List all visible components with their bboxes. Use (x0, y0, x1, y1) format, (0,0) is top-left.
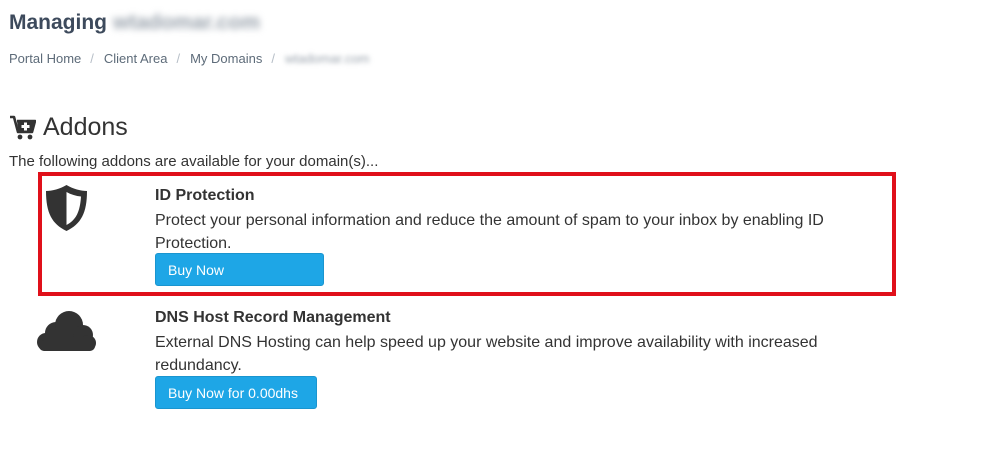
buy-now-for-price-button[interactable]: Buy Now for 0.00dhs (155, 376, 317, 409)
breadcrumb-portal-home[interactable]: Portal Home (9, 51, 81, 66)
page-title: Managing wtadomar.com (9, 11, 260, 35)
addon-description: External DNS Hosting can help speed up y… (155, 334, 818, 374)
addon-name: DNS Host Record Management (155, 309, 391, 326)
page-title-domain: wtadomar.com (113, 11, 261, 34)
section-title: Addons (9, 113, 128, 142)
breadcrumb-current-domain: wtadomar.com (284, 51, 370, 66)
cloud-icon (36, 310, 98, 358)
cart-plus-icon (10, 115, 36, 140)
breadcrumb-separator: / (176, 51, 181, 66)
breadcrumb-my-domains[interactable]: My Domains (190, 51, 262, 66)
breadcrumb-separator: / (271, 51, 275, 66)
breadcrumb: Portal Home / Client Area / My Domains / wtado… (9, 51, 370, 66)
page-title-prefix: Managing (9, 11, 107, 34)
section-title-text: Addons (43, 113, 128, 141)
breadcrumb-client-area[interactable]: Client Area (104, 51, 168, 66)
addons-intro: The following addons are available for y… (9, 153, 379, 170)
addon-dns-host-record-management: DNS Host Record Management External DNS … (0, 309, 983, 414)
breadcrumb-separator: / (90, 51, 94, 66)
highlight-annotation (38, 172, 896, 296)
